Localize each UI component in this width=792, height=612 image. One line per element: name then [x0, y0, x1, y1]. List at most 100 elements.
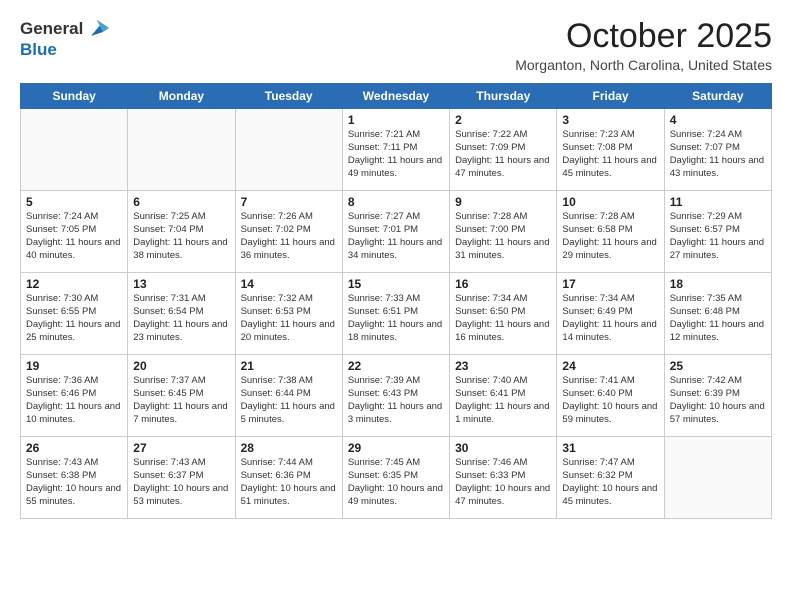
table-row: 23 Sunrise: 7:40 AM Sunset: 6:41 PM Dayli…: [450, 355, 557, 437]
day-number: 29: [348, 441, 444, 455]
day-info: Sunrise: 7:26 AM Sunset: 7:02 PM Dayligh…: [241, 211, 337, 262]
day-info: Sunrise: 7:43 AM Sunset: 6:38 PM Dayligh…: [26, 457, 122, 508]
table-row: 13 Sunrise: 7:31 AM Sunset: 6:54 PM Dayli…: [128, 273, 235, 355]
table-row: 9Sunrise: 7:28 AM Sunset: 7:00 PM Daylig…: [450, 191, 557, 273]
day-number: 19: [26, 359, 122, 373]
day-info: Sunrise: 7:46 AM Sunset: 6:33 PM Dayligh…: [455, 457, 551, 508]
table-row: 7 Sunrise: 7:26 AM Sunset: 7:02 PM Daylig…: [235, 191, 342, 273]
day-info: Sunrise: 7:32 AM Sunset: 6:53 PM Dayligh…: [241, 293, 337, 344]
day-info: Sunrise: 7:44 AM Sunset: 6:36 PM Dayligh…: [241, 457, 337, 508]
day-number: 1: [348, 113, 444, 127]
table-row: 10Sunrise: 7:28 AM Sunset: 6:58 PM Dayli…: [557, 191, 664, 273]
table-row: 5 Sunrise: 7:24 AM Sunset: 7:05 PM Daylig…: [21, 191, 128, 273]
day-number: 15: [348, 277, 444, 291]
table-row: 1 Sunrise: 7:21 AM Sunset: 7:11 PM Daylig…: [342, 109, 449, 191]
day-info: Sunrise: 7:34 AM Sunset: 6:50 PM Dayligh…: [455, 293, 551, 344]
day-number: 16: [455, 277, 551, 291]
day-info: Sunrise: 7:33 AM Sunset: 6:51 PM Dayligh…: [348, 293, 444, 344]
day-info: Sunrise: 7:37 AM Sunset: 6:45 PM Dayligh…: [133, 375, 229, 426]
title-block: October 2025 Morganton, North Carolina, …: [515, 18, 772, 73]
header-thursday: Thursday: [450, 84, 557, 109]
day-info: Sunrise: 7:28 AM Sunset: 6:58 PM Dayligh…: [562, 211, 658, 262]
day-info: Sunrise: 7:25 AM Sunset: 7:04 PM Dayligh…: [133, 211, 229, 262]
day-info: Sunrise: 7:47 AM Sunset: 6:32 PM Dayligh…: [562, 457, 658, 508]
header-monday: Monday: [128, 84, 235, 109]
day-number: 8: [348, 195, 444, 209]
table-row: 17Sunrise: 7:34 AM Sunset: 6:49 PM Dayli…: [557, 273, 664, 355]
day-number: 18: [670, 277, 766, 291]
day-number: 23: [455, 359, 551, 373]
day-info: Sunrise: 7:43 AM Sunset: 6:37 PM Dayligh…: [133, 457, 229, 508]
table-row: 8 Sunrise: 7:27 AM Sunset: 7:01 PM Daylig…: [342, 191, 449, 273]
day-number: 22: [348, 359, 444, 373]
day-number: 25: [670, 359, 766, 373]
day-number: 2: [455, 113, 551, 127]
day-info: Sunrise: 7:34 AM Sunset: 6:49 PM Dayligh…: [562, 293, 658, 344]
calendar-header-row: Sunday Monday Tuesday Wednesday Thursday…: [21, 84, 772, 109]
day-info: Sunrise: 7:24 AM Sunset: 7:07 PM Dayligh…: [670, 129, 766, 180]
day-number: 30: [455, 441, 551, 455]
day-info: Sunrise: 7:21 AM Sunset: 7:11 PM Dayligh…: [348, 129, 444, 180]
logo-blue-text: Blue: [20, 40, 57, 59]
table-row: [235, 109, 342, 191]
day-number: 4: [670, 113, 766, 127]
table-row: [128, 109, 235, 191]
table-row: 6 Sunrise: 7:25 AM Sunset: 7:04 PM Daylig…: [128, 191, 235, 273]
table-row: [21, 109, 128, 191]
day-number: 24: [562, 359, 658, 373]
table-row: 31 Sunrise: 7:47 AM Sunset: 6:32 PM Dayli…: [557, 437, 664, 519]
day-info: Sunrise: 7:35 AM Sunset: 6:48 PM Dayligh…: [670, 293, 766, 344]
day-number: 13: [133, 277, 229, 291]
day-info: Sunrise: 7:39 AM Sunset: 6:43 PM Dayligh…: [348, 375, 444, 426]
table-row: 14 Sunrise: 7:32 AM Sunset: 6:53 PM Dayli…: [235, 273, 342, 355]
day-number: 5: [26, 195, 122, 209]
day-number: 3: [562, 113, 658, 127]
table-row: 27 Sunrise: 7:43 AM Sunset: 6:37 PM Dayli…: [128, 437, 235, 519]
table-row: 18 Sunrise: 7:35 AM Sunset: 6:48 PM Dayli…: [664, 273, 771, 355]
month-title: October 2025: [515, 18, 772, 55]
table-row: 11Sunrise: 7:29 AM Sunset: 6:57 PM Dayli…: [664, 191, 771, 273]
calendar-week-row: 12 Sunrise: 7:30 AM Sunset: 6:55 PM Dayli…: [21, 273, 772, 355]
logo-general-text: General: [20, 19, 83, 39]
header-wednesday: Wednesday: [342, 84, 449, 109]
table-row: 22 Sunrise: 7:39 AM Sunset: 6:43 PM Dayli…: [342, 355, 449, 437]
header-saturday: Saturday: [664, 84, 771, 109]
calendar-week-row: 5 Sunrise: 7:24 AM Sunset: 7:05 PM Daylig…: [21, 191, 772, 273]
table-row: 4 Sunrise: 7:24 AM Sunset: 7:07 PM Daylig…: [664, 109, 771, 191]
day-number: 6: [133, 195, 229, 209]
day-number: 28: [241, 441, 337, 455]
table-row: 25 Sunrise: 7:42 AM Sunset: 6:39 PM Dayli…: [664, 355, 771, 437]
table-row: 20 Sunrise: 7:37 AM Sunset: 6:45 PM Dayli…: [128, 355, 235, 437]
table-row: 2Sunrise: 7:22 AM Sunset: 7:09 PM Daylig…: [450, 109, 557, 191]
table-row: 29Sunrise: 7:45 AM Sunset: 6:35 PM Dayli…: [342, 437, 449, 519]
day-number: 20: [133, 359, 229, 373]
day-info: Sunrise: 7:41 AM Sunset: 6:40 PM Dayligh…: [562, 375, 658, 426]
day-info: Sunrise: 7:31 AM Sunset: 6:54 PM Dayligh…: [133, 293, 229, 344]
day-info: Sunrise: 7:30 AM Sunset: 6:55 PM Dayligh…: [26, 293, 122, 344]
day-number: 12: [26, 277, 122, 291]
day-number: 31: [562, 441, 658, 455]
table-row: 24 Sunrise: 7:41 AM Sunset: 6:40 PM Dayli…: [557, 355, 664, 437]
calendar-week-row: 1 Sunrise: 7:21 AM Sunset: 7:11 PM Daylig…: [21, 109, 772, 191]
day-info: Sunrise: 7:27 AM Sunset: 7:01 PM Dayligh…: [348, 211, 444, 262]
header-tuesday: Tuesday: [235, 84, 342, 109]
page: General Blue October 2025 Morganton, Nor…: [0, 0, 792, 612]
day-number: 7: [241, 195, 337, 209]
day-info: Sunrise: 7:42 AM Sunset: 6:39 PM Dayligh…: [670, 375, 766, 426]
table-row: 12 Sunrise: 7:30 AM Sunset: 6:55 PM Dayli…: [21, 273, 128, 355]
calendar-table: Sunday Monday Tuesday Wednesday Thursday…: [20, 83, 772, 519]
day-info: Sunrise: 7:36 AM Sunset: 6:46 PM Dayligh…: [26, 375, 122, 426]
day-info: Sunrise: 7:28 AM Sunset: 7:00 PM Dayligh…: [455, 211, 551, 262]
table-row: 28 Sunrise: 7:44 AM Sunset: 6:36 PM Dayli…: [235, 437, 342, 519]
day-info: Sunrise: 7:24 AM Sunset: 7:05 PM Dayligh…: [26, 211, 122, 262]
location: Morganton, North Carolina, United States: [515, 57, 772, 73]
day-number: 14: [241, 277, 337, 291]
table-row: [664, 437, 771, 519]
day-number: 27: [133, 441, 229, 455]
calendar-week-row: 19 Sunrise: 7:36 AM Sunset: 6:46 PM Dayli…: [21, 355, 772, 437]
header-sunday: Sunday: [21, 84, 128, 109]
day-info: Sunrise: 7:40 AM Sunset: 6:41 PM Dayligh…: [455, 375, 551, 426]
table-row: 15 Sunrise: 7:33 AM Sunset: 6:51 PM Dayli…: [342, 273, 449, 355]
table-row: 21Sunrise: 7:38 AM Sunset: 6:44 PM Dayli…: [235, 355, 342, 437]
table-row: 30 Sunrise: 7:46 AM Sunset: 6:33 PM Dayli…: [450, 437, 557, 519]
